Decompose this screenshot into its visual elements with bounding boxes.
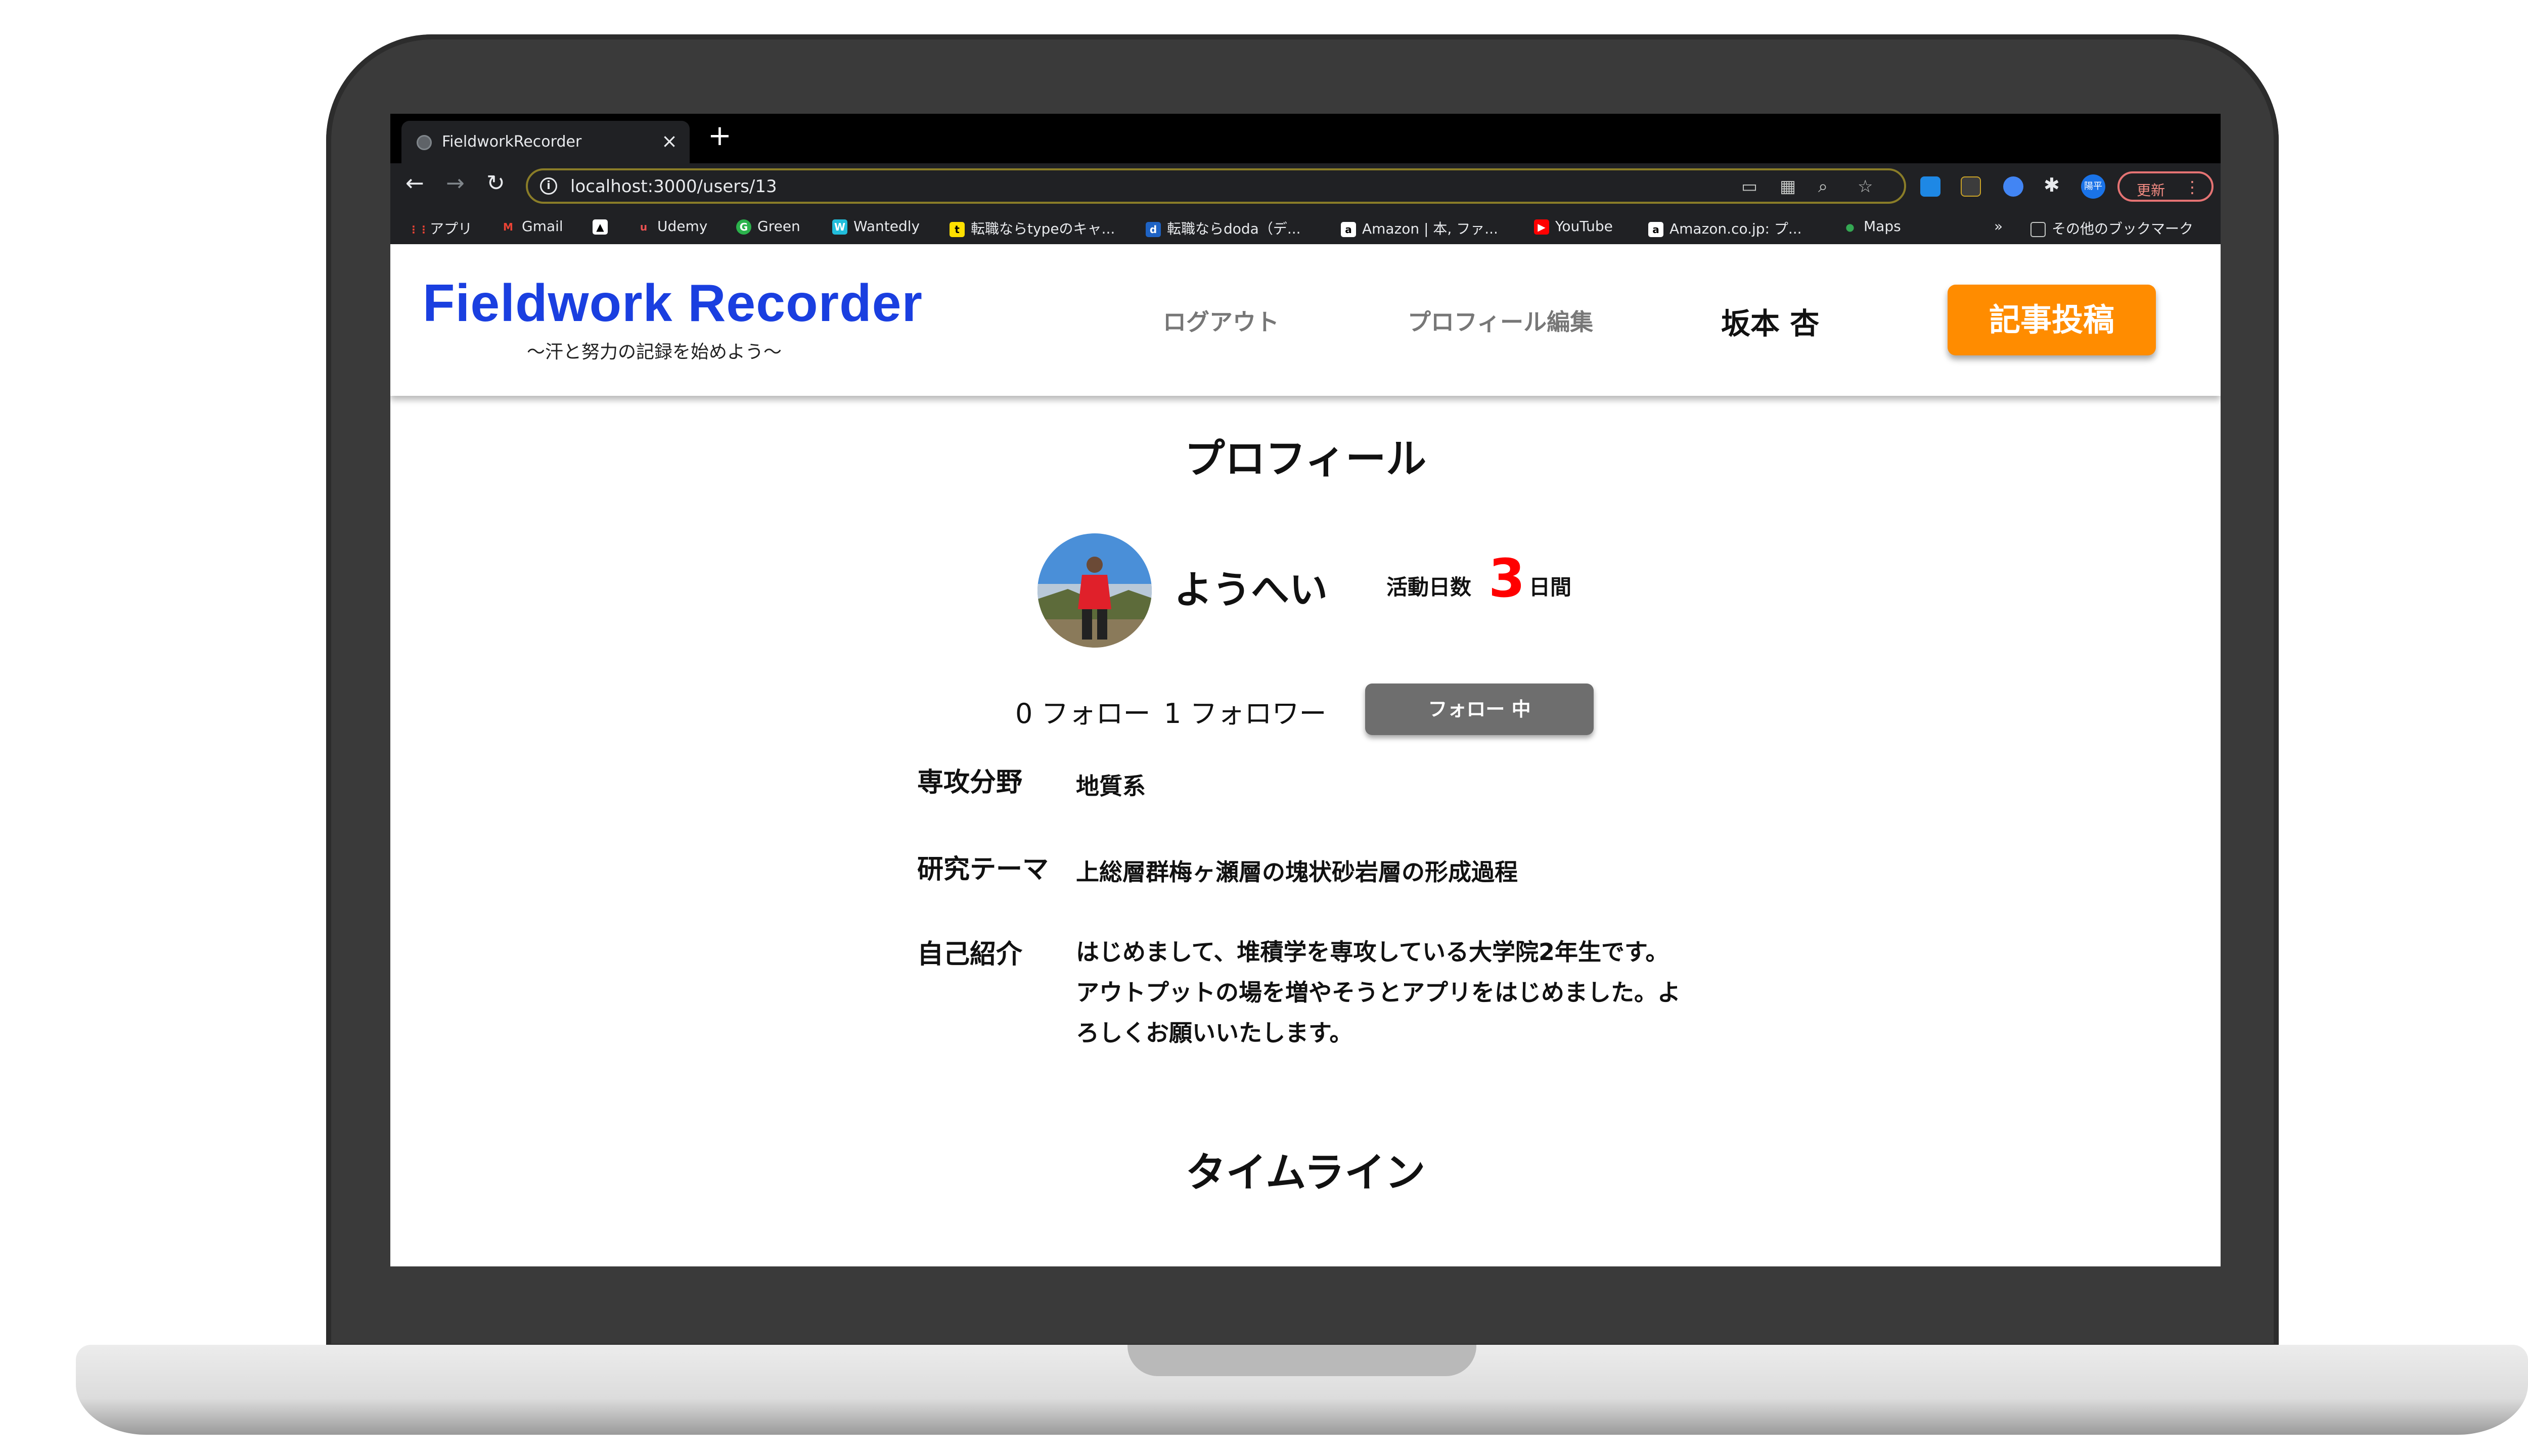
puzzle-icon[interactable]: ✱ bbox=[2044, 175, 2060, 195]
bookmark-amazon-1[interactable]: a Amazon | 本, ファ... bbox=[1341, 218, 1498, 238]
sort-extension-icon[interactable] bbox=[1961, 176, 1981, 197]
bookmark-wantedly[interactable]: W Wantedly bbox=[832, 218, 920, 235]
maps-icon: ● bbox=[1845, 221, 1855, 233]
wantedly-icon: W bbox=[832, 219, 847, 235]
major-value: 地質系 bbox=[1076, 772, 1146, 800]
tab-title: FieldworkRecorder bbox=[442, 133, 582, 151]
major-label: 専攻分野 bbox=[917, 767, 1023, 798]
browser-toolbar: ← → ↻ i localhost:3000/users/13 ▭ ▦ ⌕ ☆ … bbox=[390, 163, 2221, 210]
bookmark-type[interactable]: t 転職ならtypeのキャ... bbox=[950, 218, 1115, 238]
site-logo[interactable]: Fieldwork Recorder bbox=[423, 274, 923, 334]
apps-grid-icon: ⋮⋮ bbox=[409, 223, 429, 236]
amazon-icon: a bbox=[1648, 222, 1663, 237]
bookmark-udemy[interactable]: u Udemy bbox=[636, 218, 707, 235]
bookmarks-overflow-button[interactable]: » bbox=[1994, 218, 2003, 235]
new-tab-button[interactable]: + bbox=[708, 122, 732, 150]
bookmark-blank[interactable]: ▲ bbox=[593, 218, 614, 235]
bookmark-apps[interactable]: ⋮⋮アプリ bbox=[409, 218, 472, 238]
forward-icon[interactable]: → bbox=[446, 172, 465, 195]
following-toggle-button[interactable]: フォロー 中 bbox=[1365, 684, 1594, 735]
reload-icon[interactable]: ↻ bbox=[486, 172, 505, 195]
bookmark-youtube[interactable]: ▶ YouTube bbox=[1534, 218, 1613, 235]
self-intro-value: はじめまして、堆積学を専攻している大学院2年生です。アウトプットの場を増やそうと… bbox=[1076, 938, 1681, 1046]
address-bar[interactable]: i localhost:3000/users/13 ▭ ▦ ⌕ ☆ bbox=[526, 168, 1906, 204]
globe-icon bbox=[417, 135, 432, 150]
folder-icon bbox=[2030, 222, 2046, 237]
bookmark-gmail[interactable]: M Gmail bbox=[501, 218, 563, 235]
cloud-extension-icon[interactable] bbox=[1920, 176, 1940, 197]
update-label: 更新 bbox=[2137, 182, 2165, 199]
current-user-name[interactable]: 坂本 杏 bbox=[1721, 300, 1819, 342]
green-icon: G bbox=[736, 219, 751, 235]
profile-photo bbox=[1037, 533, 1152, 648]
translate-extension-icon[interactable] bbox=[2003, 176, 2023, 197]
site-tagline: 〜汗と努力の記録を始めよう〜 bbox=[527, 342, 782, 362]
udemy-icon: u bbox=[640, 221, 648, 233]
laptop-notch bbox=[1127, 1345, 1476, 1376]
back-icon[interactable]: ← bbox=[405, 172, 424, 195]
activity-days-unit: 日間 bbox=[1529, 575, 1572, 600]
activity-days-count: 3 bbox=[1488, 548, 1525, 609]
youtube-icon: ▶ bbox=[1534, 219, 1549, 235]
profile-title: プロフィール bbox=[1184, 435, 1427, 482]
cast-icon[interactable]: ▭ bbox=[1741, 176, 1757, 197]
logout-link[interactable]: ログアウト bbox=[1163, 304, 1279, 337]
kebab-menu-icon: ⋮ bbox=[2184, 177, 2200, 197]
info-icon[interactable]: i bbox=[540, 177, 557, 195]
self-intro-label: 自己紹介 bbox=[917, 939, 1023, 970]
doda-icon: d bbox=[1146, 222, 1161, 237]
followers-count[interactable]: 1 フォロワー bbox=[1164, 691, 1327, 731]
bookmark-doda[interactable]: d 転職ならdoda（デ... bbox=[1146, 218, 1301, 238]
amazon-icon: a bbox=[1341, 222, 1356, 237]
other-bookmarks[interactable]: その他のブックマーク bbox=[2030, 218, 2193, 238]
following-count[interactable]: 0 フォロー bbox=[1015, 691, 1151, 731]
url-text[interactable]: localhost:3000/users/13 bbox=[570, 176, 777, 197]
activity-days-label: 活動日数 bbox=[1386, 575, 1472, 600]
profile-avatar-small[interactable]: 陽平 bbox=[2081, 174, 2105, 199]
triangle-icon: ▲ bbox=[593, 219, 608, 235]
research-theme-label: 研究テーマ bbox=[917, 854, 1049, 885]
tab-fieldworkrecorder[interactable]: FieldworkRecorder × bbox=[401, 121, 690, 163]
bookmark-maps[interactable]: ● Maps bbox=[1842, 218, 1901, 235]
profile-name: ようへい bbox=[1174, 567, 1328, 612]
profile-avatar bbox=[1037, 533, 1152, 648]
gmail-icon: M bbox=[503, 221, 513, 233]
site-header: Fieldwork Recorder 〜汗と努力の記録を始めよう〜 ログアウト … bbox=[390, 244, 2221, 396]
timeline-title: タイムライン bbox=[1185, 1149, 1426, 1196]
browser-window: FieldworkRecorder × + ← → ↻ i localhost:… bbox=[390, 114, 2221, 1266]
bookmarks-bar: ⋮⋮アプリ M Gmail ▲ u Udemy G Green W Wantedly t… bbox=[390, 210, 2221, 244]
new-post-button[interactable]: 記事投稿 bbox=[1948, 285, 2156, 355]
type-icon: t bbox=[950, 222, 965, 237]
close-icon[interactable]: × bbox=[661, 130, 678, 152]
bookmark-green[interactable]: G Green bbox=[736, 218, 800, 235]
star-icon[interactable]: ☆ bbox=[1858, 176, 1873, 197]
qr-code-icon[interactable]: ▦ bbox=[1780, 176, 1796, 197]
research-theme-value: 上総層群梅ヶ瀬層の塊状砂岩層の形成過程 bbox=[1076, 858, 1518, 886]
bookmark-amazon-2[interactable]: a Amazon.co.jp: プ... bbox=[1648, 218, 1802, 238]
update-button[interactable]: 更新 ⋮ bbox=[2117, 171, 2214, 202]
edit-profile-link[interactable]: プロフィール編集 bbox=[1408, 304, 1593, 337]
tab-bar: FieldworkRecorder × + bbox=[390, 114, 2221, 163]
zoom-icon[interactable]: ⌕ bbox=[1818, 176, 1828, 197]
